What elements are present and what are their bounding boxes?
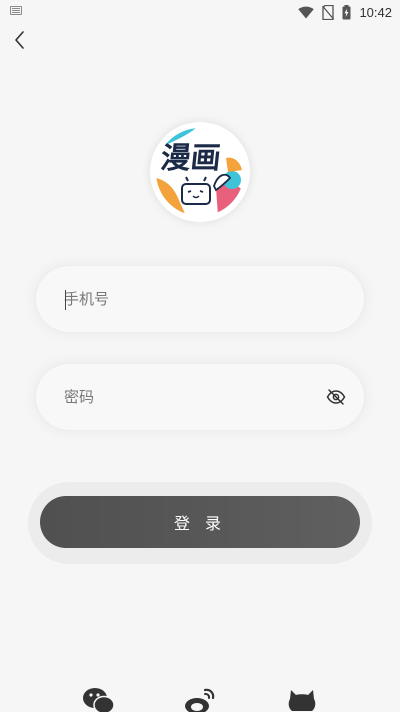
login-button[interactable]: 登 录 (40, 496, 360, 548)
logo-title: 漫画 (159, 141, 223, 176)
weibo-icon (185, 688, 215, 712)
weibo-login-button[interactable] (183, 686, 217, 712)
back-button[interactable] (8, 28, 32, 52)
password-field (36, 364, 364, 430)
status-icons: 10:42 (298, 2, 392, 22)
github-icon (288, 690, 316, 711)
phone-field (36, 266, 364, 332)
status-bar: 10:42 (0, 0, 400, 24)
github-login-button[interactable] (285, 686, 319, 712)
bilibili-comics-logo: 漫画 (156, 128, 244, 216)
status-time: 10:42 (359, 4, 392, 20)
battery-charging-icon (342, 4, 351, 20)
wechat-icon (83, 688, 115, 712)
wechat-login-button[interactable] (82, 686, 116, 712)
app-logo: 漫画 (150, 122, 250, 222)
wifi-icon (298, 6, 315, 19)
text-cursor (65, 290, 66, 310)
chevron-left-icon (15, 31, 24, 49)
login-screen: 10:42 漫画 手机号 登 录 (0, 0, 400, 712)
phone-input[interactable] (64, 266, 324, 332)
password-input[interactable] (64, 364, 324, 430)
keyboard-icon (10, 6, 22, 15)
no-sim-icon (322, 4, 335, 20)
eye-off-icon[interactable] (326, 387, 346, 407)
